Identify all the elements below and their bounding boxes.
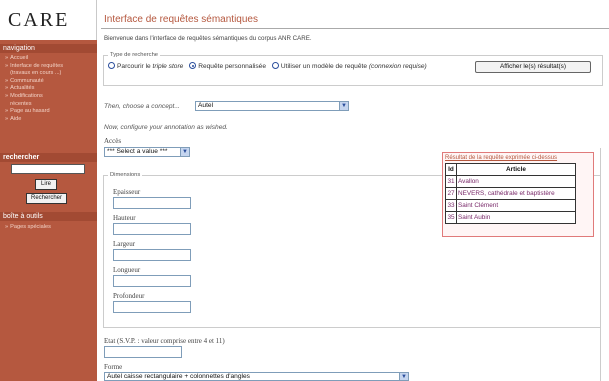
chevron-down-icon[interactable]: ▼	[180, 148, 189, 156]
nav-item-communaute[interactable]: » Communauté	[0, 78, 97, 86]
bullet-icon: »	[5, 115, 9, 122]
table-row: 35 Saint Aubin	[445, 211, 576, 224]
table-row: 33 Saint Clément	[445, 199, 576, 212]
radio-custom-query[interactable]: Requête personnalisée	[189, 62, 266, 70]
radio-browse-triple-store[interactable]: Parcourir le triple store	[108, 62, 183, 70]
radio-selected-icon[interactable]	[189, 62, 197, 69]
table-row: 31 Avallon	[445, 175, 576, 188]
forme-label: Forme	[104, 363, 123, 371]
profondeur-input[interactable]	[113, 301, 191, 313]
dimensions-legend: Dimensions	[110, 172, 141, 178]
go-button[interactable]: Lire	[35, 179, 57, 190]
content-divider	[600, 148, 601, 381]
bullet-icon: »	[5, 55, 9, 61]
nav-item-interface-requetes[interactable]: » Interface de requêtes	[0, 63, 97, 71]
search-type-fieldset: Type de recherche Parcourir le triple st…	[103, 52, 603, 86]
results-table: Id Article 31 Avallon 27 NEVERS, cathédr…	[445, 163, 576, 224]
nav-item-accueil[interactable]: » Accueil	[0, 55, 97, 63]
bullet-icon: »	[5, 62, 9, 69]
navigation-heading: navigation	[0, 44, 97, 53]
search-heading: rechercher	[0, 153, 97, 162]
search-type-options: Parcourir le triple store Requête person…	[108, 62, 427, 70]
longueur-label: Longueur	[113, 266, 141, 274]
longueur-input[interactable]	[113, 275, 191, 287]
epaisseur-label: Epaisseur	[113, 188, 141, 196]
epaisseur-input[interactable]	[113, 197, 191, 209]
acces-label: Accès	[104, 137, 122, 145]
title-divider	[101, 28, 609, 29]
show-results-button[interactable]: Afficher le(s) résultat(s)	[475, 61, 591, 73]
logo[interactable]: CARE	[8, 9, 69, 32]
table-row: 27 NEVERS, cathédrale et baptistère	[445, 187, 576, 200]
concept-select[interactable]: Autel ▼	[195, 101, 349, 111]
row-id: 35	[445, 211, 457, 224]
row-id: 31	[445, 175, 457, 188]
nav-item-actualites[interactable]: » Actualités	[0, 85, 97, 93]
radio-icon[interactable]	[108, 62, 115, 69]
toolbox-list: » Pages spéciales	[0, 224, 97, 232]
acces-select[interactable]: *** Select a value *** ▼	[104, 147, 190, 157]
column-header-id: Id	[445, 163, 457, 176]
sidebar: CARE navigation » Accueil » Interface de r…	[0, 0, 97, 381]
nav-item-travaux[interactable]: »(travaux en cours ...)	[0, 70, 97, 78]
results-title[interactable]: Résultat de la requête exprimée ci-dessu…	[445, 155, 557, 161]
configure-prompt: Now, configure your annotation as wished…	[104, 124, 228, 131]
search-input[interactable]	[11, 164, 85, 174]
table-header-row: Id Article	[445, 163, 576, 176]
nav-item-aide[interactable]: » Aide	[0, 116, 97, 124]
bullet-icon: »	[5, 108, 9, 115]
nav-item-page-hasard[interactable]: » Page au hasard	[0, 108, 97, 116]
welcome-text: Bienvenue dans l'interface de requêtes s…	[104, 35, 312, 42]
etat-label: Etat (S.V.P. : valeur comprise entre 4 e…	[104, 337, 225, 345]
bullet-icon: »	[5, 85, 9, 92]
bullet-icon: »	[5, 224, 9, 230]
row-article-link[interactable]: Saint Clément	[456, 199, 576, 212]
hauteur-input[interactable]	[113, 223, 191, 235]
results-panel: Résultat de la requête exprimée ci-dessu…	[442, 152, 594, 237]
forme-select[interactable]: Autel caisse rectangulaire + colonnettes…	[104, 372, 409, 381]
bullet-icon: »	[5, 77, 9, 84]
profondeur-label: Profondeur	[113, 292, 145, 300]
chevron-down-icon[interactable]: ▼	[399, 373, 408, 380]
row-article-link[interactable]: NEVERS, cathédrale et baptistère	[456, 187, 576, 200]
row-id: 33	[445, 199, 457, 212]
radio-query-template[interactable]: Utiliser un modèle de requête (connexion…	[271, 62, 427, 70]
chevron-down-icon[interactable]: ▼	[339, 102, 348, 110]
row-article-link[interactable]: Saint Aubin	[456, 211, 576, 224]
search-type-legend: Type de recherche	[110, 52, 159, 58]
row-article-link[interactable]: Avallon	[456, 175, 576, 188]
etat-input[interactable]	[104, 346, 182, 358]
search-button[interactable]: Rechercher	[26, 193, 67, 204]
largeur-input[interactable]	[113, 249, 191, 261]
nav-item-recentes[interactable]: »récentes	[0, 101, 97, 109]
page-title: Interface de requêtes sémantiques	[104, 14, 258, 25]
navigation-list: »Accueil »Interface de requêtes »(travau…	[0, 55, 97, 123]
radio-icon[interactable]	[271, 62, 279, 69]
toolbox-heading: boîte à outils	[0, 212, 97, 221]
row-id: 27	[445, 187, 457, 200]
bullet-icon: »	[5, 92, 9, 99]
column-header-article: Article	[456, 163, 576, 176]
logo-area: CARE	[0, 0, 97, 40]
concept-prompt: Then, choose a concept...	[104, 103, 180, 110]
nav-item-modifications[interactable]: » Modifications	[0, 93, 97, 101]
largeur-label: Largeur	[113, 240, 136, 248]
toolbox-item-pages-speciales[interactable]: » Pages spéciales	[0, 224, 97, 232]
hauteur-label: Hauteur	[113, 214, 136, 222]
